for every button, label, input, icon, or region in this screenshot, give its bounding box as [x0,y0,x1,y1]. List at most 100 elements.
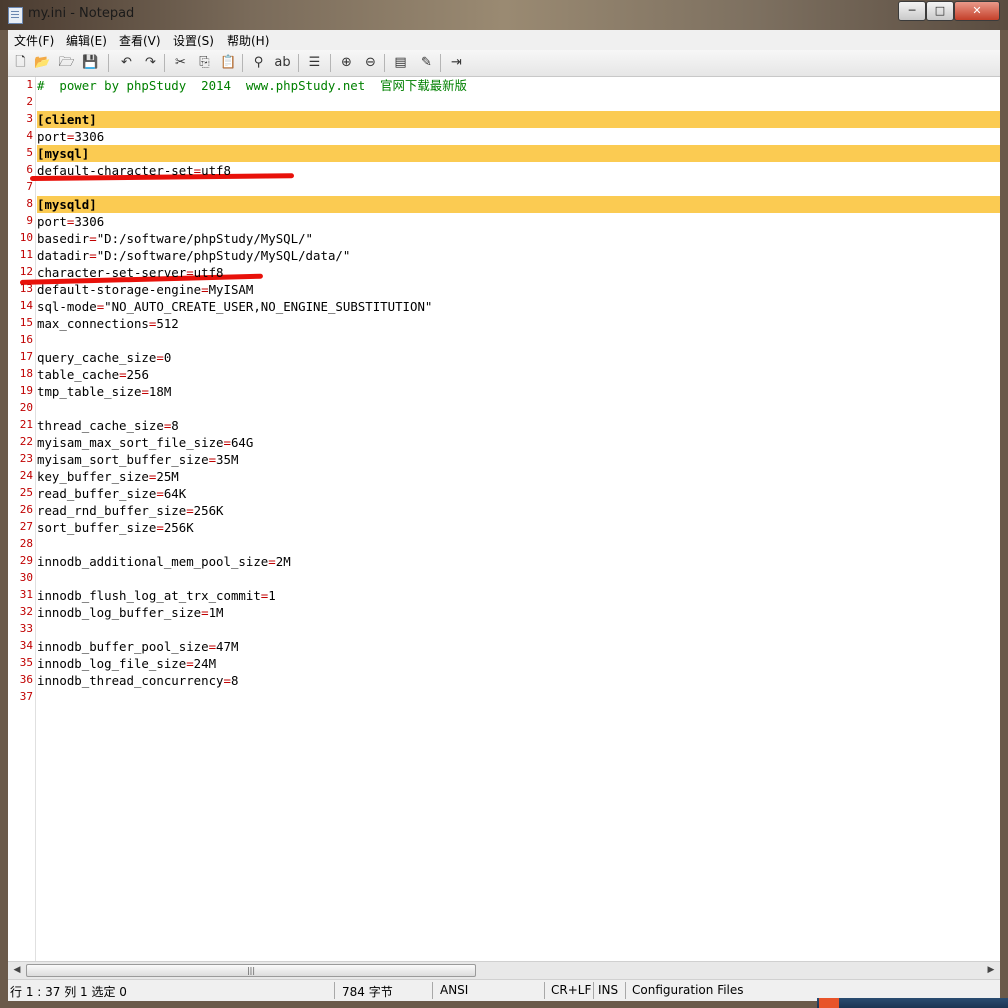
editor-line[interactable]: 17 query_cache_size=0 [8,349,1000,366]
notepad-app-icon[interactable] [8,7,23,24]
config-entry: sort_buffer_size=256K [37,519,194,536]
save-icon[interactable]: 💾 [82,54,99,71]
exit-icon[interactable]: ⇥ [448,54,465,71]
menu-edit[interactable]: 编辑(E) [66,32,107,49]
zoom-in-icon[interactable]: ⊕ [338,54,355,71]
section-header-line[interactable]: 5 [mysql] [8,145,1000,162]
line-number: 25 [19,486,33,499]
maximize-button[interactable]: □ [926,1,954,21]
section-header-line[interactable]: 3 [client] [8,111,1000,128]
menu-settings[interactable]: 设置(S) [173,32,214,49]
config-value: "NO_AUTO_CREATE_USER,NO_ENGINE_SUBSTITUT… [104,299,433,314]
editor-line[interactable]: 13 default-storage-engine=MyISAM [8,281,1000,298]
config-key: default-character-set [37,163,194,178]
editor-line[interactable]: 6 default-character-set=utf8 [8,162,1000,179]
editor-line[interactable]: 7 [8,179,1000,196]
editor-line[interactable]: 23 myisam_sort_buffer_size=35M [8,451,1000,468]
menu-view[interactable]: 查看(V) [119,32,161,49]
view-options-icon[interactable]: ▤ [392,54,409,71]
editor-line[interactable]: 24 key_buffer_size=25M [8,468,1000,485]
new-file-icon[interactable]: 🗋 [12,54,29,71]
text-editor[interactable]: 1 # power by phpStudy 2014 www.phpStudy.n… [8,77,1000,961]
editor-line[interactable]: 1 # power by phpStudy 2014 www.phpStudy.n… [8,77,1000,94]
editor-line[interactable]: 34 innodb_buffer_pool_size=47M [8,638,1000,655]
config-value: 256 [126,367,149,382]
find-icon[interactable]: ⚲ [250,54,267,71]
editor-line[interactable]: 28 [8,536,1000,553]
editor-line[interactable]: 30 [8,570,1000,587]
equals-operator: = [201,605,209,620]
editor-line[interactable]: 2 [8,94,1000,111]
open-folder-icon[interactable]: 🗁 [58,54,75,71]
editor-line[interactable]: 16 [8,332,1000,349]
copy-icon[interactable]: ⎘ [196,54,213,71]
config-key: innodb_thread_concurrency [37,673,224,688]
minimize-button[interactable]: ─ [898,1,926,21]
editor-line[interactable]: 31 innodb_flush_log_at_trx_commit=1 [8,587,1000,604]
editor-line[interactable]: 27 sort_buffer_size=256K [8,519,1000,536]
tray-app-icon[interactable] [819,998,839,1008]
editor-line[interactable]: 14 sql-mode="NO_AUTO_CREATE_USER,NO_ENGIN… [8,298,1000,315]
zoom-out-icon[interactable]: ⊖ [362,54,379,71]
equals-operator: = [268,554,276,569]
menu-bar: 文件(F) 编辑(E) 查看(V) 设置(S) 帮助(H) [8,30,1000,50]
section-header: [client] [37,112,97,127]
editor-line[interactable]: 10 basedir="D:/software/phpStudy/MySQL/" [8,230,1000,247]
status-insert-mode: INS [598,983,619,997]
undo-icon[interactable]: ↶ [118,54,135,71]
section-header-line[interactable]: 8 [mysqld] [8,196,1000,213]
config-value: 24M [193,656,217,671]
editor-line[interactable]: 36 innodb_thread_concurrency=8 [8,672,1000,689]
config-value: MyISAM [208,282,254,297]
line-number: 5 [26,146,33,159]
editor-line[interactable]: 37 [8,689,1000,706]
config-entry: table_cache=256 [37,366,149,383]
goto-icon[interactable]: ☰ [306,54,323,71]
horizontal-scrollbar[interactable]: ◀ ||| ▶ [8,961,1000,979]
redo-icon[interactable]: ↷ [142,54,159,71]
editor-line[interactable]: 20 [8,400,1000,417]
editor-line[interactable]: 11 datadir="D:/software/phpStudy/MySQL/da… [8,247,1000,264]
editor-line[interactable]: 33 [8,621,1000,638]
editor-line[interactable]: 9 port=3306 [8,213,1000,230]
config-value: utf8 [193,265,224,280]
paste-icon[interactable]: 📋 [220,54,237,71]
close-button[interactable]: ✕ [954,1,1000,21]
cut-icon[interactable]: ✂ [172,54,189,71]
editor-line[interactable]: 4 port=3306 [8,128,1000,145]
config-key: basedir [37,231,90,246]
line-number: 14 [19,299,33,312]
editor-line[interactable]: 21 thread_cache_size=8 [8,417,1000,434]
config-key: key_buffer_size [37,469,149,484]
scroll-thumb[interactable]: ||| [26,964,476,977]
open-file-icon[interactable]: 📂 [34,54,51,71]
menu-help[interactable]: 帮助(H) [227,32,269,49]
scroll-right-icon[interactable]: ▶ [984,964,998,976]
title-bar[interactable]: my.ini - Notepad ─ □ ✕ [0,0,1008,30]
config-key: myisam_sort_buffer_size [37,452,209,467]
editor-line[interactable]: 25 read_buffer_size=64K [8,485,1000,502]
editor-line[interactable]: 18 table_cache=256 [8,366,1000,383]
editor-line[interactable]: 15 max_connections=512 [8,315,1000,332]
editor-line[interactable]: 35 innodb_log_file_size=24M [8,655,1000,672]
line-number: 3 [26,112,33,125]
config-key: sort_buffer_size [37,520,157,535]
scroll-left-icon[interactable]: ◀ [10,964,24,976]
config-key: port [37,129,67,144]
config-value: 3306 [74,214,105,229]
editor-line[interactable]: 26 read_rnd_buffer_size=256K [8,502,1000,519]
scheme-icon[interactable]: ✎ [418,54,435,71]
editor-line[interactable]: 22 myisam_max_sort_file_size=64G [8,434,1000,451]
editor-line[interactable]: 32 innodb_log_buffer_size=1M [8,604,1000,621]
editor-line[interactable]: 19 tmp_table_size=18M [8,383,1000,400]
config-entry: tmp_table_size=18M [37,383,171,400]
config-value: 18M [148,384,172,399]
editor-line[interactable]: 12 character-set-server=utf8 [8,264,1000,281]
editor-line[interactable]: 29 innodb_additional_mem_pool_size=2M [8,553,1000,570]
line-number: 23 [19,452,33,465]
menu-file[interactable]: 文件(F) [14,32,54,49]
replace-icon[interactable]: ab [274,54,291,71]
equals-operator: = [89,248,97,263]
equals-operator: = [186,265,194,280]
config-entry: innodb_additional_mem_pool_size=2M [37,553,291,570]
